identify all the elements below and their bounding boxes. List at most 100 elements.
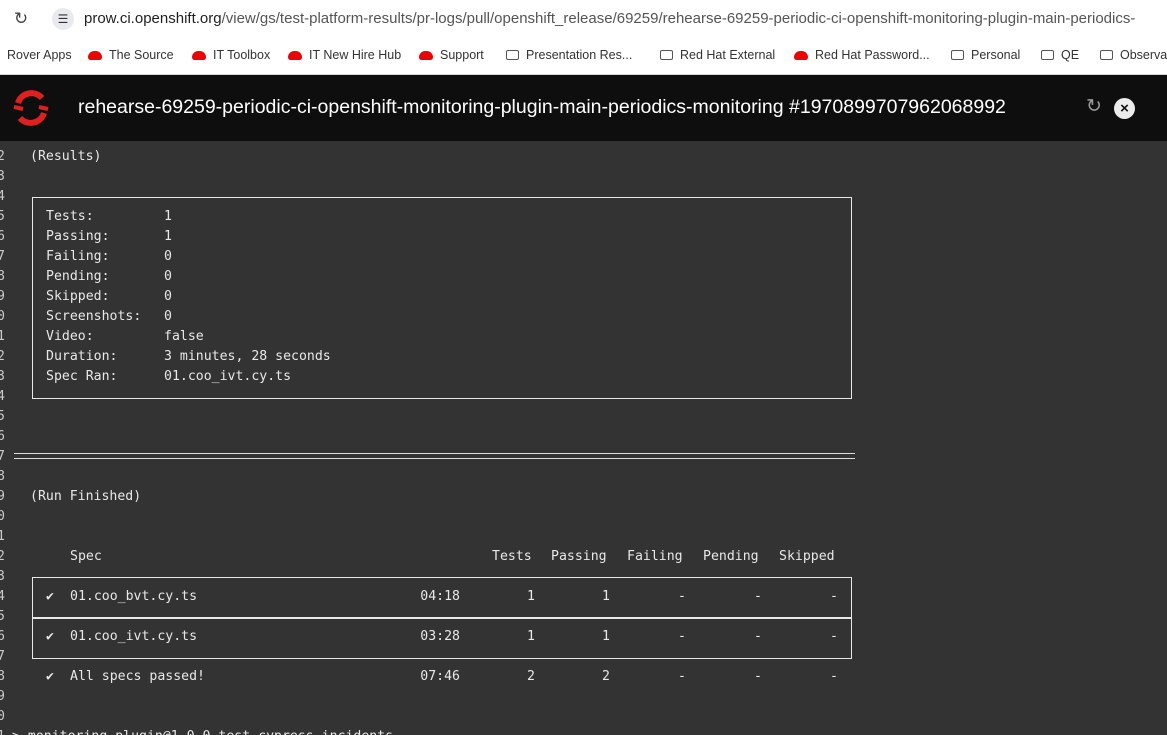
url-field[interactable]: prow.ci.openshift.org/view/gs/test-platf… <box>84 10 1135 27</box>
spec-row-tests: 1 <box>527 589 535 604</box>
result-value: false <box>164 329 204 344</box>
line-number: 6 <box>0 229 5 244</box>
results-heading: (Results) <box>30 149 102 164</box>
line-number: 5 <box>0 409 5 424</box>
bookmark-label: Personal <box>971 48 1021 62</box>
col-passing: Passing <box>551 549 607 564</box>
line-number: 5 <box>0 609 5 624</box>
spec-row-check: ✔ <box>46 589 54 604</box>
line-number: 3 <box>0 369 5 384</box>
site-info-icon[interactable]: ☰ <box>52 8 74 30</box>
col-tests: Tests <box>492 549 532 564</box>
spec-row-time: 03:28 <box>420 629 460 644</box>
result-value: 01.coo_ivt.cy.ts <box>164 369 292 384</box>
spec-row-tests: 1 <box>527 629 535 644</box>
spec-row-name: 01.coo_ivt.cy.ts <box>70 629 198 644</box>
browser-reload-icon[interactable]: ↻ <box>10 8 32 30</box>
spec-row-skipped: - <box>830 589 838 604</box>
result-value: 1 <box>164 229 172 244</box>
spec-row-check: ✔ <box>46 629 54 644</box>
line-number: 9 <box>0 289 5 304</box>
bookmark-observa[interactable]: Observa <box>1100 48 1167 62</box>
redhat-icon <box>88 50 102 60</box>
result-label: Tests: <box>46 209 94 224</box>
col-skipped: Skipped <box>779 549 835 564</box>
folder-icon <box>951 50 964 60</box>
line-number: 9 <box>0 689 5 704</box>
url-path: /view/gs/test-platform-results/pr-logs/p… <box>221 10 1136 27</box>
result-label: Video: <box>46 329 94 344</box>
bookmarks-bar: Rover Apps The Source IT Toolbox IT New … <box>0 38 1167 75</box>
spec-row-skipped: - <box>830 629 838 644</box>
bookmark-it-new-hire-hub[interactable]: IT New Hire Hub <box>288 48 401 62</box>
bookmark-label: Red Hat Password... <box>815 48 930 62</box>
line-number: 7 <box>0 649 5 664</box>
line-number: 5 <box>0 209 5 224</box>
line-number: 8 <box>0 469 5 484</box>
bookmark-support[interactable]: Support <box>419 48 484 62</box>
run-finished-heading: (Run Finished) <box>30 489 142 504</box>
browser-address-bar: ↻ ☰ prow.ci.openshift.org/view/gs/test-p… <box>0 0 1167 38</box>
line-number: 6 <box>0 629 5 644</box>
spec-row-passing: 1 <box>602 589 610 604</box>
summary-row-passing: 2 <box>602 669 610 684</box>
url-host: prow.ci.openshift.org <box>84 10 222 27</box>
bookmark-label: Support <box>440 48 484 62</box>
redhat-icon <box>288 50 302 60</box>
line-number: 3 <box>0 569 5 584</box>
bookmark-label: QE <box>1061 48 1080 62</box>
spec-row-failing: - <box>678 589 686 604</box>
bookmark-presentation-res[interactable]: Presentation Res... <box>506 48 632 62</box>
line-number: 4 <box>0 589 5 604</box>
col-spec: Spec <box>70 549 102 564</box>
results-box <box>32 197 852 399</box>
result-label: Skipped: <box>46 289 110 304</box>
line-number: 0 <box>0 309 5 324</box>
summary-row-pending: - <box>754 669 762 684</box>
bookmark-the-source[interactable]: The Source <box>88 48 174 62</box>
line-number: 9 <box>0 489 5 504</box>
line-number: 4 <box>0 189 5 204</box>
bookmark-red-hat-external[interactable]: Red Hat External <box>660 48 775 62</box>
bookmark-it-toolbox[interactable]: IT Toolbox <box>192 48 270 62</box>
bookmark-qe[interactable]: QE <box>1041 48 1079 62</box>
summary-row-check: ✔ <box>46 669 54 684</box>
result-value: 0 <box>164 269 172 284</box>
line-number: 0 <box>0 509 5 524</box>
line-number: 1 <box>0 329 5 344</box>
folder-icon <box>506 50 519 60</box>
spec-row-failing: - <box>678 629 686 644</box>
refresh-icon[interactable]: ↻ <box>1083 96 1105 118</box>
result-value: 3 minutes, 28 seconds <box>164 349 331 364</box>
result-value: 0 <box>164 309 172 324</box>
bookmark-personal[interactable]: Personal <box>951 48 1020 62</box>
redhat-icon <box>192 50 206 60</box>
col-pending: Pending <box>703 549 759 564</box>
folder-icon <box>1041 50 1054 60</box>
line-number: 2 <box>0 549 5 564</box>
spec-row-time: 04:18 <box>420 589 460 604</box>
folder-icon <box>660 50 673 60</box>
line-number: 2 <box>0 349 5 364</box>
result-value: 0 <box>164 249 172 264</box>
result-label: Screenshots: <box>46 309 142 324</box>
folder-icon <box>1100 50 1113 60</box>
line-number: 8 <box>0 269 5 284</box>
close-icon[interactable]: × <box>1114 98 1135 119</box>
bookmark-rover-apps[interactable]: Rover Apps <box>7 48 72 62</box>
spec-row-pending: - <box>754 589 762 604</box>
summary-row-failing: - <box>678 669 686 684</box>
bookmark-label: Presentation Res... <box>526 48 633 62</box>
line-number: 2 <box>0 149 5 164</box>
build-log: 2 3 4 5 6 7 8 9 0 1 2 3 4 5 6 7 8 9 0 1 2 3 4 5 6 7 8 9 0 1 (Results)… <box>0 141 1167 735</box>
line-number: 8 <box>0 669 5 684</box>
result-label: Spec Ran: <box>46 369 118 384</box>
line-number: 1 <box>0 727 5 735</box>
redhat-icon <box>794 50 808 60</box>
bookmark-red-hat-password[interactable]: Red Hat Password... <box>794 48 930 62</box>
line-number: 4 <box>0 389 5 404</box>
line-number: 0 <box>0 709 5 724</box>
line-number: 1 <box>0 529 5 544</box>
spec-row-pending: - <box>754 629 762 644</box>
spec-row-name: 01.coo_bvt.cy.ts <box>70 589 198 604</box>
